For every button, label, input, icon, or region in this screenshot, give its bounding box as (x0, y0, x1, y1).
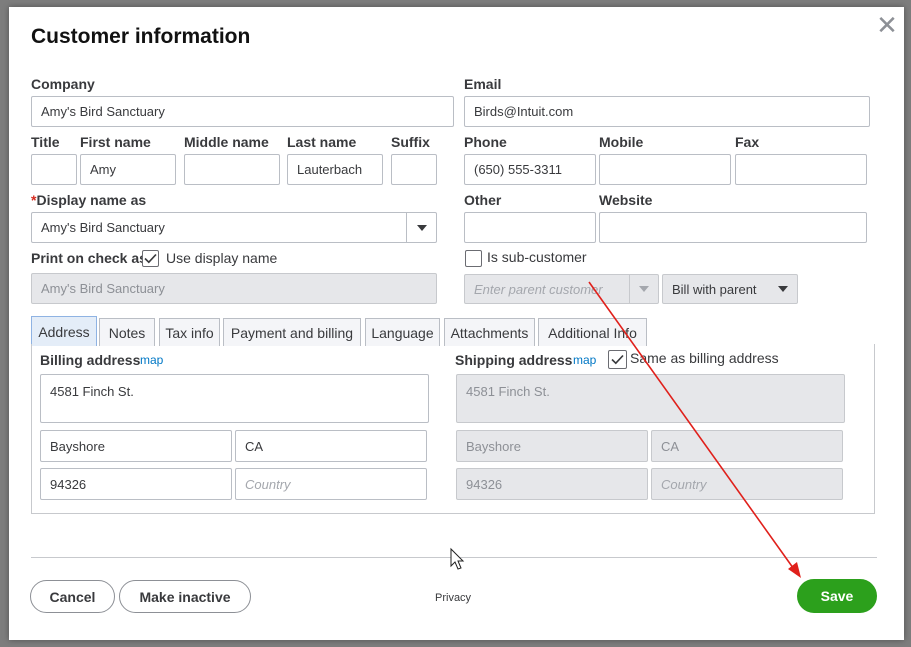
shipping-state-input: CA (651, 430, 843, 462)
fax-input[interactable] (735, 154, 867, 185)
checkmark-icon (144, 253, 157, 264)
privacy-link[interactable]: Privacy (435, 592, 471, 604)
billing-state-input[interactable]: CA (235, 430, 427, 462)
first-name-label: First name (80, 134, 151, 150)
mobile-label: Mobile (599, 134, 644, 150)
other-label: Other (464, 192, 502, 208)
fax-label: Fax (735, 134, 760, 150)
billing-map-link[interactable]: map (140, 353, 163, 367)
email-input[interactable]: Birds@Intuit.com (464, 96, 870, 127)
tab-notes[interactable]: Notes (99, 318, 155, 346)
billing-street-input[interactable]: 4581 Finch St. (40, 374, 429, 423)
tab-address[interactable]: Address (31, 316, 97, 346)
cancel-button[interactable]: Cancel (30, 580, 115, 613)
email-label: Email (464, 76, 502, 92)
phone-input[interactable]: (650) 555-3311 (464, 154, 596, 185)
billing-country-input[interactable]: Country (235, 468, 427, 500)
footer-divider (31, 557, 877, 558)
display-name-dropdown-toggle[interactable] (406, 213, 436, 242)
website-label: Website (599, 192, 653, 208)
display-name-label-text: Display name as (36, 192, 147, 208)
suffix-input[interactable] (391, 154, 437, 185)
shipping-street-input: 4581 Finch St. (456, 374, 845, 423)
parent-customer-placeholder: Enter parent customer (474, 281, 603, 297)
save-button[interactable]: Save (797, 579, 877, 613)
suffix-label: Suffix (391, 134, 430, 150)
sub-customer-checkbox[interactable] (465, 250, 482, 267)
company-input[interactable]: Amy's Bird Sanctuary (31, 96, 454, 127)
last-name-input[interactable]: Lauterbach (287, 154, 383, 185)
make-inactive-button[interactable]: Make inactive (119, 580, 251, 613)
tab-attachments[interactable]: Attachments (444, 318, 535, 346)
checkmark-icon (611, 354, 624, 365)
sub-customer-label: Is sub-customer (487, 249, 587, 265)
tab-language[interactable]: Language (365, 318, 440, 346)
chevron-down-icon (639, 286, 649, 292)
print-on-check-label: Print on check as (31, 250, 147, 266)
website-input[interactable] (599, 212, 867, 243)
display-name-value: Amy's Bird Sanctuary (41, 220, 165, 235)
shipping-country-input: Country (651, 468, 843, 500)
display-name-label: *Display name as (31, 192, 146, 208)
middle-name-input[interactable] (184, 154, 280, 185)
parent-customer-dropdown (629, 275, 658, 303)
close-icon[interactable]: ✕ (875, 12, 899, 38)
billing-zip-input[interactable]: 94326 (40, 468, 232, 500)
phone-label: Phone (464, 134, 507, 150)
tab-payment-and-billing[interactable]: Payment and billing (223, 318, 361, 346)
company-label: Company (31, 76, 95, 92)
chevron-down-icon (778, 286, 788, 292)
billing-address-label: Billing address (40, 352, 141, 368)
mobile-input[interactable] (599, 154, 731, 185)
shipping-city-input: Bayshore (456, 430, 648, 462)
other-input[interactable] (464, 212, 596, 243)
title-label: Title (31, 134, 60, 150)
use-display-name-checkbox[interactable] (142, 250, 159, 267)
parent-customer-select: Enter parent customer (464, 274, 659, 304)
use-display-name-label: Use display name (166, 250, 278, 266)
same-as-billing-label: Same as billing address (630, 350, 779, 366)
tab-tax-info[interactable]: Tax info (159, 318, 220, 346)
print-on-check-input: Amy's Bird Sanctuary (31, 273, 437, 304)
billing-city-input[interactable]: Bayshore (40, 430, 232, 462)
middle-name-label: Middle name (184, 134, 269, 150)
shipping-map-link[interactable]: map (573, 353, 596, 367)
title-input[interactable] (31, 154, 77, 185)
first-name-input[interactable]: Amy (80, 154, 176, 185)
chevron-down-icon (416, 224, 427, 231)
bill-with-parent-select: Bill with parent (662, 274, 798, 304)
last-name-label: Last name (287, 134, 357, 150)
dialog-title: Customer information (31, 25, 251, 48)
bill-with-parent-value: Bill with parent (672, 281, 757, 297)
same-as-billing-checkbox[interactable] (608, 350, 627, 369)
shipping-zip-input: 94326 (456, 468, 648, 500)
display-name-select[interactable]: Amy's Bird Sanctuary (31, 212, 437, 243)
tab-additional-info[interactable]: Additional Info (538, 318, 647, 346)
shipping-address-label: Shipping address (455, 352, 573, 368)
customer-information-dialog: Customer information ✕ Company Amy's Bir… (9, 7, 904, 640)
